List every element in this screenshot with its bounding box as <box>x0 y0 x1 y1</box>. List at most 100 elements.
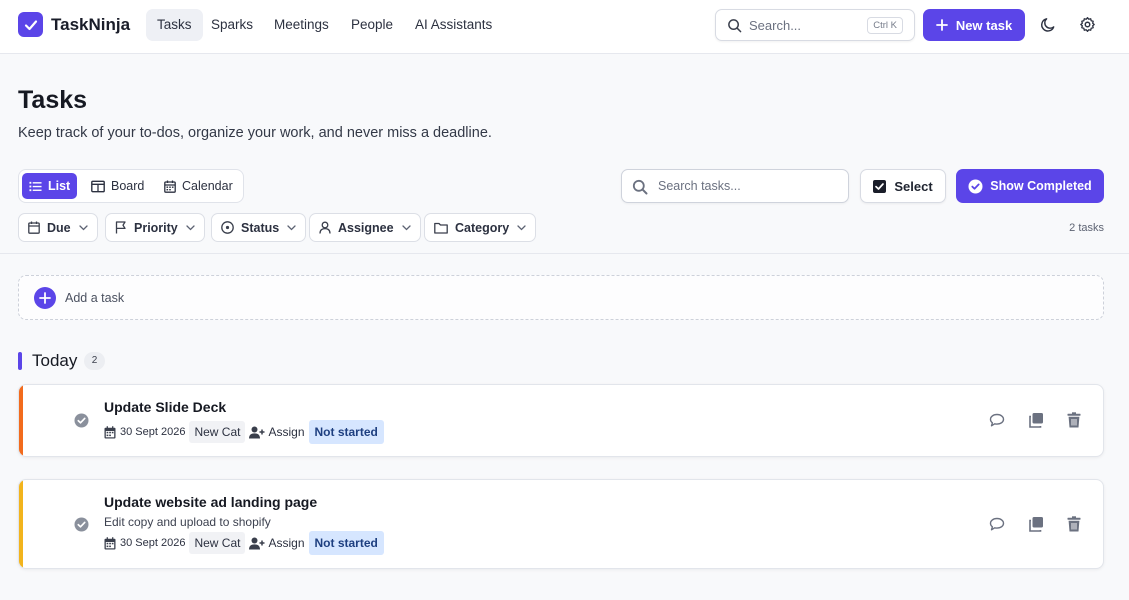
view-calendar-button[interactable]: Calendar <box>157 173 240 199</box>
view-board-label: Board <box>111 179 145 193</box>
task-title[interactable]: Update website ad landing page <box>104 494 317 510</box>
page-subtitle: Keep track of your to-dos, organize your… <box>18 125 492 141</box>
task-due-date[interactable]: 30 Sept 2026 <box>104 536 186 550</box>
checkbox-checked-icon <box>873 179 894 193</box>
chevron-down-icon <box>78 224 88 231</box>
filter-category[interactable]: Category <box>424 213 537 242</box>
task-due-date-text: 30 Sept 2026 <box>120 426 186 438</box>
view-board-button[interactable]: Board <box>84 173 151 199</box>
task-meta: 30 Sept 2026 New Cat Assign Not started <box>104 531 384 555</box>
trash-icon[interactable] <box>1067 516 1081 532</box>
filter-assignee[interactable]: Assignee <box>309 213 421 242</box>
status-badge[interactable]: Not started <box>308 531 384 555</box>
task-meta: 30 Sept 2026 New Cat Assign Not started <box>104 420 384 444</box>
nav-sparks[interactable]: Sparks <box>200 9 264 41</box>
new-task-label: New task <box>955 17 1013 33</box>
task-card[interactable]: Update website ad landing page Edit copy… <box>18 479 1104 569</box>
filter-priority[interactable]: Priority <box>105 213 205 242</box>
user-plus-icon <box>249 426 268 439</box>
task-due-date-text: 30 Sept 2026 <box>120 537 186 549</box>
page-title: Tasks <box>18 86 88 114</box>
task-count: 2 tasks <box>1069 222 1104 234</box>
flag-icon <box>115 221 127 234</box>
group-title: Today <box>32 351 78 370</box>
nav-ai-assistants[interactable]: AI Assistants <box>404 9 503 41</box>
assign-label: Assign <box>268 536 305 550</box>
category-chip[interactable]: New Cat <box>189 421 246 443</box>
add-circle-icon <box>34 287 56 309</box>
add-task-row[interactable]: Add a task <box>18 275 1104 320</box>
group-count-badge: 2 <box>84 352 105 370</box>
priority-edge <box>19 385 23 456</box>
user-plus-icon <box>249 537 268 550</box>
status-badge[interactable]: Not started <box>308 420 384 444</box>
duplicate-icon[interactable] <box>1028 412 1044 428</box>
view-list-label: List <box>48 179 71 193</box>
task-actions <box>966 516 1081 532</box>
filter-due-label: Due <box>47 220 71 235</box>
filter-status[interactable]: Status <box>211 213 307 242</box>
calendar-icon <box>104 536 120 550</box>
task-search-input[interactable]: Search tasks... <box>621 169 849 203</box>
top-navbar: TaskNinja Tasks Sparks Meetings People A… <box>0 0 1129 54</box>
filter-due[interactable]: Due <box>18 213 98 242</box>
chevron-down-icon <box>517 224 526 231</box>
category-chip[interactable]: New Cat <box>189 532 246 554</box>
calendar-icon <box>28 221 40 234</box>
task-card[interactable]: Update Slide Deck 30 Sept 2026 New Cat A… <box>18 384 1104 457</box>
board-icon <box>91 180 111 193</box>
view-switcher: List Board Calendar <box>18 169 244 203</box>
comment-icon[interactable] <box>989 413 1005 428</box>
calendar-icon <box>104 425 120 439</box>
user-icon <box>319 221 331 234</box>
divider <box>0 253 1129 254</box>
check-logo-icon <box>18 12 43 37</box>
settings-gear-icon[interactable] <box>1079 16 1096 33</box>
filter-priority-label: Priority <box>134 220 178 235</box>
task-description: Edit copy and upload to shopify <box>104 515 271 529</box>
calendar-icon <box>164 180 182 193</box>
check-circle-icon <box>968 179 990 194</box>
filter-category-label: Category <box>455 220 510 235</box>
app-name: TaskNinja <box>51 14 131 34</box>
assign-label: Assign <box>268 425 305 439</box>
app-logo[interactable]: TaskNinja <box>18 12 130 37</box>
chevron-down-icon <box>186 224 195 231</box>
task-title[interactable]: Update Slide Deck <box>104 399 226 415</box>
priority-edge <box>19 480 23 568</box>
list-icon <box>29 180 48 193</box>
group-accent-bar <box>18 352 22 370</box>
task-actions <box>966 412 1081 428</box>
add-task-label: Add a task <box>65 291 125 305</box>
task-search-placeholder: Search tasks... <box>658 179 741 193</box>
search-icon <box>727 18 742 33</box>
dark-mode-moon-icon[interactable] <box>1040 16 1057 33</box>
select-label: Select <box>894 178 933 194</box>
comment-icon[interactable] <box>989 517 1005 532</box>
duplicate-icon[interactable] <box>1028 516 1044 532</box>
complete-check-icon[interactable] <box>74 517 89 532</box>
status-circle-icon <box>221 221 234 234</box>
show-completed-button[interactable]: Show Completed <box>956 169 1104 203</box>
plus-icon <box>935 19 948 31</box>
filter-status-label: Status <box>241 220 280 235</box>
filter-assignee-label: Assignee <box>338 220 394 235</box>
view-calendar-label: Calendar <box>182 179 233 193</box>
trash-icon[interactable] <box>1067 412 1081 428</box>
nav-meetings[interactable]: Meetings <box>263 9 340 41</box>
show-completed-label: Show Completed <box>990 179 1092 193</box>
new-task-button[interactable]: New task <box>923 9 1025 41</box>
view-list-button[interactable]: List <box>22 173 78 199</box>
select-button[interactable]: Select <box>860 169 946 203</box>
assign-button[interactable]: Assign <box>249 425 305 439</box>
global-search-placeholder: Search... <box>749 18 802 33</box>
nav-tasks[interactable]: Tasks <box>146 9 203 41</box>
search-shortcut-hint: Ctrl K <box>867 17 903 34</box>
task-due-date[interactable]: 30 Sept 2026 <box>104 425 186 439</box>
nav-people[interactable]: People <box>340 9 404 41</box>
assign-button[interactable]: Assign <box>249 536 305 550</box>
global-search-input[interactable]: Search... Ctrl K <box>715 9 915 41</box>
complete-check-icon[interactable] <box>74 413 89 428</box>
chevron-down-icon <box>287 224 296 231</box>
search-icon <box>632 179 648 195</box>
